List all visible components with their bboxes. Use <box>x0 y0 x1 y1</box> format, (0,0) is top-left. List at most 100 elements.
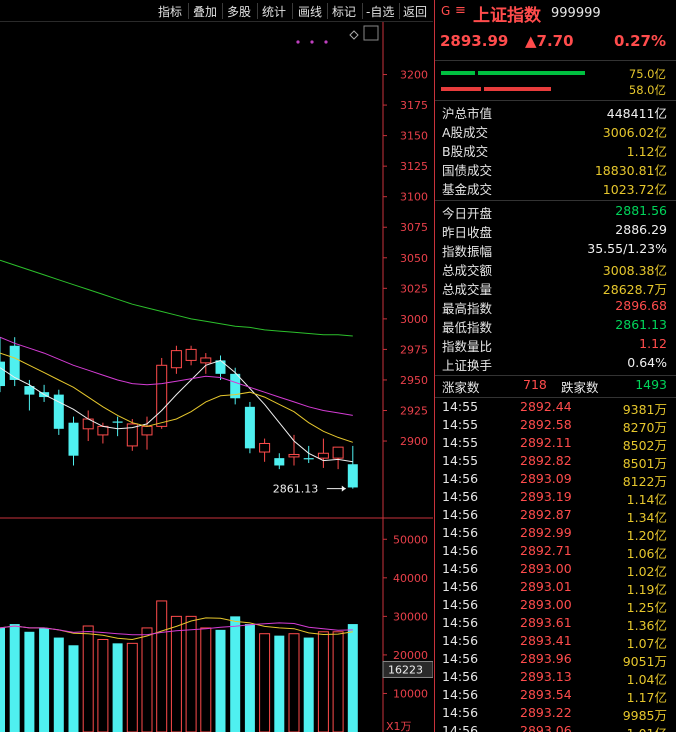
tick-time: 14:56 <box>442 723 479 732</box>
candle-body <box>244 406 255 449</box>
tick-price: 2893.00 <box>520 561 572 576</box>
volume-tick-label: 30000 <box>393 610 428 623</box>
stat-row-value: 2881.56 <box>615 203 667 218</box>
stat-row: B股成交 1.12亿 <box>435 141 676 160</box>
stat-row: 最高指数 2896.68 <box>435 298 676 317</box>
menu-icon[interactable]: ≡ <box>455 3 466 18</box>
stat-row-label: A股成交 <box>442 125 489 140</box>
stat-row: 指数振幅 35.55/1.23% <box>435 241 676 260</box>
tick-price: 2892.58 <box>520 417 572 432</box>
current-volume-label: 16223 <box>388 663 423 676</box>
stat-row: 沪总市值 448411亿 <box>435 103 676 122</box>
stat-row: 上证换手 0.64% <box>435 355 676 374</box>
stat-row-label: 总成交量 <box>442 282 493 297</box>
volume-bar <box>317 631 329 732</box>
toolbar-draw-line-button[interactable]: 画线 <box>298 3 322 20</box>
volume-bar <box>170 615 182 732</box>
stat-row-label: 指数振幅 <box>442 244 493 259</box>
tick-price: 2893.01 <box>520 579 572 594</box>
outflow-value: 58.0亿 <box>628 83 666 97</box>
volume-bar <box>126 642 138 732</box>
tick-row: 14:56 2893.54 1.17亿 <box>435 687 676 705</box>
current-price: 2893.99 <box>440 32 509 50</box>
kline-chart-svg[interactable]: 3200 3175 3150 3125 3100 3075 3050 3025 3000 2975… <box>0 22 434 732</box>
stat-row: 总成交额 3008.38亿 <box>435 260 676 279</box>
stat-row: 国债成交 18830.81亿 <box>435 160 676 179</box>
tick-volume: 1.20亿 <box>626 528 667 543</box>
tick-volume: 9985万 <box>622 708 667 723</box>
candle-body <box>200 357 212 364</box>
volume-unit-label: X1万 <box>386 720 412 732</box>
stat-row-value: 28628.7万 <box>602 282 667 297</box>
price-tick-label: 2925 <box>400 404 428 417</box>
tick-time: 14:56 <box>442 507 479 522</box>
volume-bar <box>9 624 20 732</box>
tick-volume: 1.25亿 <box>626 600 667 615</box>
tick-time: 14:56 <box>442 687 479 702</box>
volume-tick-label: 10000 <box>393 687 428 700</box>
tick-volume: 8501万 <box>622 456 667 471</box>
toolbar-statistics-button[interactable]: 统计 <box>262 3 286 20</box>
tick-price: 2892.11 <box>520 435 572 450</box>
toolbar-multistock-button[interactable]: 多股 <box>227 3 251 20</box>
stat-row-label: 昨日收盘 <box>442 225 493 240</box>
price-tick-label: 3150 <box>400 130 428 143</box>
tick-price: 2893.19 <box>520 489 572 504</box>
volume-bar <box>68 645 79 732</box>
tick-row: 14:56 2893.61 1.36亿 <box>435 615 676 633</box>
decliners-label: 跌家数 <box>561 380 599 395</box>
stat-row-label: 国债成交 <box>442 163 493 178</box>
price-tick-label: 3100 <box>400 191 428 204</box>
tick-row: 14:56 2893.41 1.07亿 <box>435 633 676 651</box>
tick-row: 14:56 2893.00 1.02亿 <box>435 561 676 579</box>
candle-body <box>170 350 182 369</box>
price-tick-label: 3175 <box>400 99 428 112</box>
tick-row: 14:56 2893.06 1.01亿 <box>435 723 676 732</box>
flag-icon: G <box>441 4 451 18</box>
tick-price: 2893.00 <box>520 597 572 612</box>
tick-volume: 1.04亿 <box>626 672 667 687</box>
toolbar-indicator-button[interactable]: 指标 <box>158 3 182 20</box>
tick-price: 2893.96 <box>520 651 572 666</box>
candle-body <box>288 453 300 458</box>
candle-body <box>347 464 358 488</box>
volume-bar <box>303 637 314 732</box>
tick-price: 2892.82 <box>520 453 572 468</box>
candle-body <box>259 442 271 453</box>
toolbar-overlay-button[interactable]: 叠加 <box>193 3 217 20</box>
volume-tick-label: 50000 <box>393 533 428 546</box>
tick-time: 14:56 <box>442 543 479 558</box>
price-tick-label: 3200 <box>400 69 428 82</box>
tick-time: 14:56 <box>442 579 479 594</box>
volume-bar <box>244 624 255 732</box>
stat-row-label: 指数量比 <box>442 339 493 354</box>
stat-row-label: 最高指数 <box>442 301 493 316</box>
toolbar-mark-button[interactable]: 标记 <box>332 3 356 20</box>
volume-bar <box>288 633 300 732</box>
tick-row: 14:55 2892.11 8502万 <box>435 435 676 453</box>
kline-chart-area[interactable]: 3200 3175 3150 3125 3100 3075 3050 3025 3000 2975… <box>0 22 434 732</box>
candle-body <box>68 422 79 456</box>
tick-time: 14:56 <box>442 471 479 486</box>
price-tick-label: 3025 <box>400 282 428 295</box>
tick-volume: 1.01亿 <box>627 723 667 732</box>
advancers-label: 涨家数 <box>442 380 480 395</box>
tick-volume: 8502万 <box>622 438 667 453</box>
inflow-bar-small <box>441 71 475 75</box>
stat-row-value: 1.12 <box>639 336 667 351</box>
volume-bar <box>332 631 344 732</box>
toolbar-back-button[interactable]: 返回 <box>403 3 427 20</box>
outflow-bar <box>484 87 551 91</box>
tick-time: 14:56 <box>442 597 479 612</box>
candle-body <box>332 446 344 459</box>
indicator-dot <box>310 40 314 44</box>
volume-tick-label: 40000 <box>393 572 428 585</box>
tick-row: 14:56 2892.99 1.20亿 <box>435 525 676 543</box>
ma-line-ma60 <box>0 259 353 337</box>
toolbar-remove-watchlist-button[interactable]: -自选 <box>366 3 394 20</box>
stat-row-value: 1.12亿 <box>626 144 667 159</box>
tick-volume: 1.34亿 <box>626 510 667 525</box>
panel-toggle-icon <box>363 25 379 41</box>
ma-line-ma5 <box>0 359 353 463</box>
low-annotation-arrowhead <box>341 485 346 492</box>
